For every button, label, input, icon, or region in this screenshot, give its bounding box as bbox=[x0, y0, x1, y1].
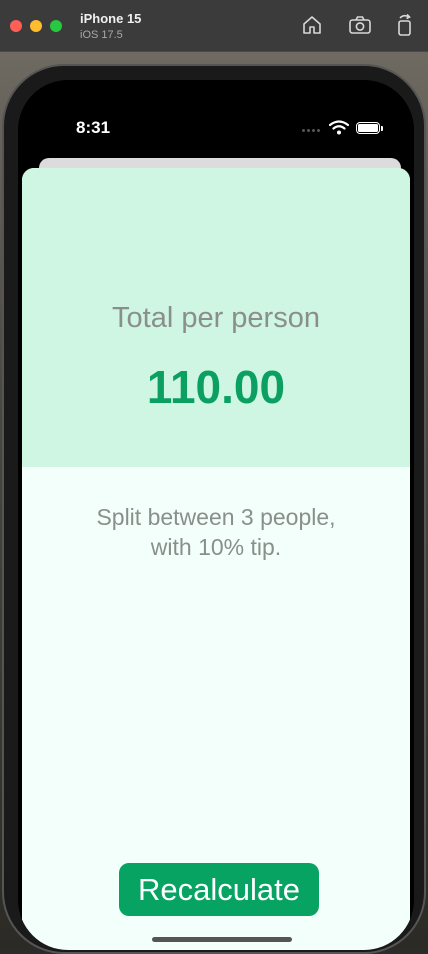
total-per-person-value: 110.00 bbox=[146, 361, 286, 413]
total-panel: Total per person 110.00 bbox=[22, 168, 410, 467]
battery-tip bbox=[381, 126, 383, 131]
iphone-frame: 8:31 Total per person 110.00 Split betwe… bbox=[2, 64, 426, 954]
total-per-person-label: Total per person bbox=[112, 302, 320, 334]
recalculate-button[interactable]: Recalculate bbox=[119, 863, 319, 916]
result-sheet: Total per person 110.00 Split between 3 … bbox=[22, 168, 410, 950]
split-summary: Split between 3 people, with 10% tip. bbox=[52, 502, 380, 562]
simulator-device-name: iPhone 15 bbox=[80, 11, 142, 26]
device-screen: 8:31 Total per person 110.00 Split betwe… bbox=[18, 80, 414, 950]
zoom-window-button[interactable] bbox=[50, 20, 62, 32]
rotate-icon[interactable] bbox=[392, 12, 418, 38]
close-window-button[interactable] bbox=[10, 20, 22, 32]
split-summary-line-2: with 10% tip. bbox=[150, 534, 282, 560]
screenshot-camera-icon[interactable] bbox=[347, 12, 373, 38]
cellular-icon bbox=[302, 129, 320, 132]
simulator-title-bar: iPhone 15 iOS 17.5 bbox=[0, 0, 428, 52]
home-indicator[interactable] bbox=[152, 937, 292, 942]
minimize-window-button[interactable] bbox=[30, 20, 42, 32]
status-time: 8:31 bbox=[76, 118, 111, 137]
battery-icon bbox=[356, 122, 380, 134]
home-icon[interactable] bbox=[299, 12, 325, 38]
split-summary-line-1: Split between 3 people, bbox=[96, 504, 336, 530]
simulator-os-version: iOS 17.5 bbox=[80, 29, 123, 41]
wifi-icon bbox=[328, 120, 350, 140]
